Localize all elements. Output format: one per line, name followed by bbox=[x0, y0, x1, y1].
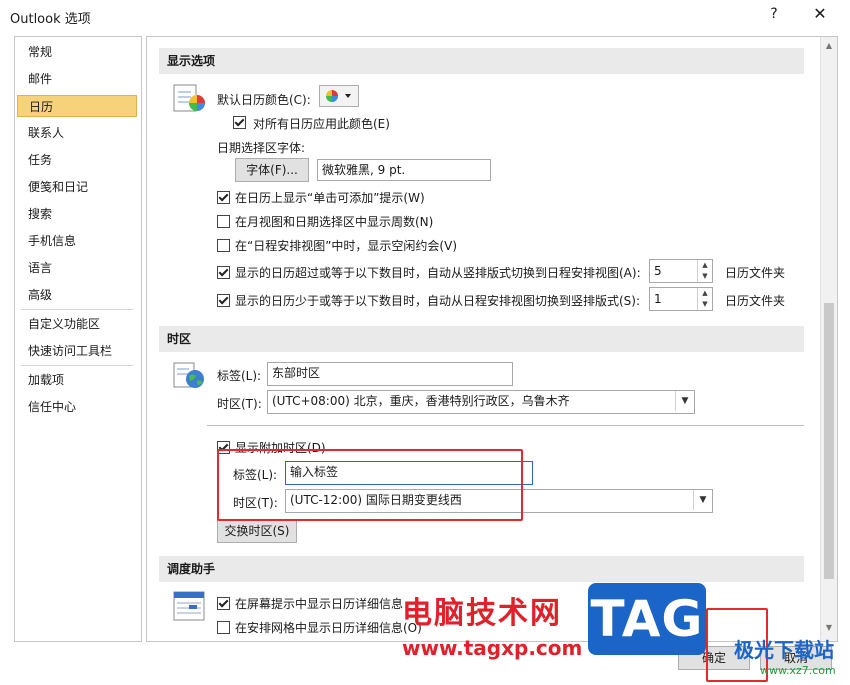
font-button[interactable]: 字体(F)... bbox=[235, 158, 309, 182]
default-color-label: 默认日历颜色(C): bbox=[217, 93, 311, 107]
apply-all-checkbox[interactable] bbox=[233, 116, 246, 129]
swap-time-zones-button[interactable]: 交换时区(S) bbox=[217, 519, 297, 543]
nav-item-quick-access[interactable]: 快速访问工具栏 bbox=[17, 340, 137, 362]
nav-item-trust-center[interactable]: 信任中心 bbox=[17, 396, 137, 418]
scheduling-grid-icon bbox=[173, 591, 205, 621]
section-time-zones: 时区 bbox=[159, 326, 804, 352]
nav-item-language[interactable]: 语言 bbox=[17, 257, 137, 279]
help-button[interactable]: ? bbox=[764, 6, 784, 26]
section-display-options: 显示选项 bbox=[159, 48, 804, 74]
nav-item-general[interactable]: 常规 bbox=[17, 41, 137, 63]
tz-zone-value: (UTC+08:00) 北京，重庆，香港特别行政区，乌鲁木齐 bbox=[272, 394, 570, 408]
nav-item-notes-journal[interactable]: 便笺和日记 bbox=[17, 176, 137, 198]
vertical-count-value: 1 bbox=[654, 292, 662, 306]
section-scheduling-assistant: 调度助手 bbox=[159, 556, 804, 582]
nav-item-customize-ribbon[interactable]: 自定义功能区 bbox=[17, 313, 137, 335]
up-arrow-icon[interactable]: ▲ bbox=[698, 288, 712, 299]
grid-details-label: 在安排网格中显示日历详细信息(O) bbox=[235, 621, 422, 635]
show-click-add-label: 在日历上显示“单击可添加”提示(W) bbox=[235, 191, 425, 205]
watermark-logo: TAG bbox=[588, 583, 706, 655]
vertical-count-spinner[interactable]: 1 ▲ ▼ bbox=[649, 287, 713, 311]
tz-label-label: 标签(L): bbox=[217, 369, 262, 383]
globe-clock-icon bbox=[173, 362, 204, 388]
scroll-thumb[interactable] bbox=[824, 303, 834, 579]
switch-to-vertical-checkbox[interactable] bbox=[217, 294, 230, 307]
chevron-down-icon[interactable]: ▼ bbox=[675, 391, 694, 411]
show-week-numbers-checkbox[interactable] bbox=[217, 215, 230, 228]
color-picker-button[interactable] bbox=[319, 85, 359, 107]
nav-item-mobile[interactable]: 手机信息 bbox=[17, 230, 137, 252]
apply-all-label: 对所有日历应用此颜色(E) bbox=[253, 117, 390, 131]
nav-item-contacts[interactable]: 联系人 bbox=[17, 122, 137, 144]
tz-zone-select[interactable]: (UTC+08:00) 北京，重庆，香港特别行政区，乌鲁木齐 ▼ bbox=[267, 390, 695, 414]
tz-zone-label: 时区(T): bbox=[217, 397, 262, 411]
options-content: 显示选项 默认日历颜色(C): 对所有日历应用此颜色(E) 日期选择区字体: 字 bbox=[146, 36, 838, 642]
nav-item-calendar[interactable]: 日历 bbox=[17, 95, 137, 117]
watermark-site2-url: www.xz7.com bbox=[760, 664, 836, 677]
show-click-add-checkbox[interactable] bbox=[217, 191, 230, 204]
date-font-label: 日期选择区字体: bbox=[217, 141, 306, 155]
nav-item-tasks[interactable]: 任务 bbox=[17, 149, 137, 171]
window-title: Outlook 选项 bbox=[10, 12, 91, 27]
close-button[interactable]: ✕ bbox=[806, 4, 834, 28]
show-free-checkbox[interactable] bbox=[217, 239, 230, 252]
spinner-buttons[interactable]: ▲ ▼ bbox=[697, 288, 712, 310]
switch-to-schedule-label: 显示的日历超过或等于以下数目时，自动从竖排版式切换到日程安排视图(A): bbox=[235, 266, 641, 280]
highlight-box bbox=[217, 449, 523, 521]
nav-divider bbox=[21, 365, 133, 366]
chevron-down-icon[interactable]: ▼ bbox=[693, 490, 712, 510]
divider bbox=[207, 425, 804, 426]
options-navigation: 常规 邮件 日历 联系人 任务 便笺和日记 搜索 手机信息 语言 高级 自定义功… bbox=[14, 36, 142, 642]
schedule-count-spinner[interactable]: 5 ▲ ▼ bbox=[649, 259, 713, 283]
watermark-text: 电脑技术网 bbox=[402, 596, 562, 631]
screen-tip-details-checkbox[interactable] bbox=[217, 597, 230, 610]
up-arrow-icon[interactable]: ▲ bbox=[698, 260, 712, 271]
nav-item-search[interactable]: 搜索 bbox=[17, 203, 137, 225]
switch-to-vertical-label: 显示的日历少于或等于以下数目时，自动从日程安排视图切换到竖排版式(S): bbox=[235, 294, 641, 308]
watermark-site2: 极光下载站 bbox=[734, 638, 834, 662]
switch-to-schedule-checkbox[interactable] bbox=[217, 266, 230, 279]
tz-label-input[interactable]: 东部时区 bbox=[267, 362, 513, 386]
nav-item-addins[interactable]: 加载项 bbox=[17, 369, 137, 391]
screen-tip-details-label: 在屏幕提示中显示日历详细信息 bbox=[235, 597, 404, 611]
scroll-up-icon[interactable]: ▲ bbox=[823, 41, 835, 55]
watermark-url: www.tagxp.com bbox=[402, 636, 583, 660]
down-arrow-icon[interactable]: ▼ bbox=[698, 271, 712, 282]
color-swatch-icon bbox=[326, 90, 351, 102]
font-value-field[interactable]: 微软雅黑, 9 pt. bbox=[317, 159, 491, 181]
spinner-buttons[interactable]: ▲ ▼ bbox=[697, 260, 712, 282]
content-scrollbar[interactable]: ▲ ▼ bbox=[820, 37, 837, 641]
schedule-unit-label: 日历文件夹 bbox=[725, 266, 786, 280]
show-week-numbers-label: 在月视图和日期选择区中显示周数(N) bbox=[235, 215, 434, 229]
vertical-unit-label: 日历文件夹 bbox=[725, 294, 786, 308]
outlook-options-dialog: Outlook 选项 ? ✕ 常规 邮件 日历 联系人 任务 便笺和日记 搜索 … bbox=[0, 0, 850, 685]
title-bar: Outlook 选项 ? ✕ bbox=[0, 0, 850, 32]
show-free-label: 在“日程安排视图”中时，显示空闲约会(V) bbox=[235, 239, 458, 253]
calendar-color-icon bbox=[173, 84, 205, 112]
nav-item-advanced[interactable]: 高级 bbox=[17, 284, 137, 306]
nav-divider bbox=[21, 309, 133, 310]
down-arrow-icon[interactable]: ▼ bbox=[698, 299, 712, 310]
schedule-count-value: 5 bbox=[654, 264, 662, 278]
nav-item-mail[interactable]: 邮件 bbox=[17, 68, 137, 90]
grid-details-checkbox[interactable] bbox=[217, 621, 230, 634]
